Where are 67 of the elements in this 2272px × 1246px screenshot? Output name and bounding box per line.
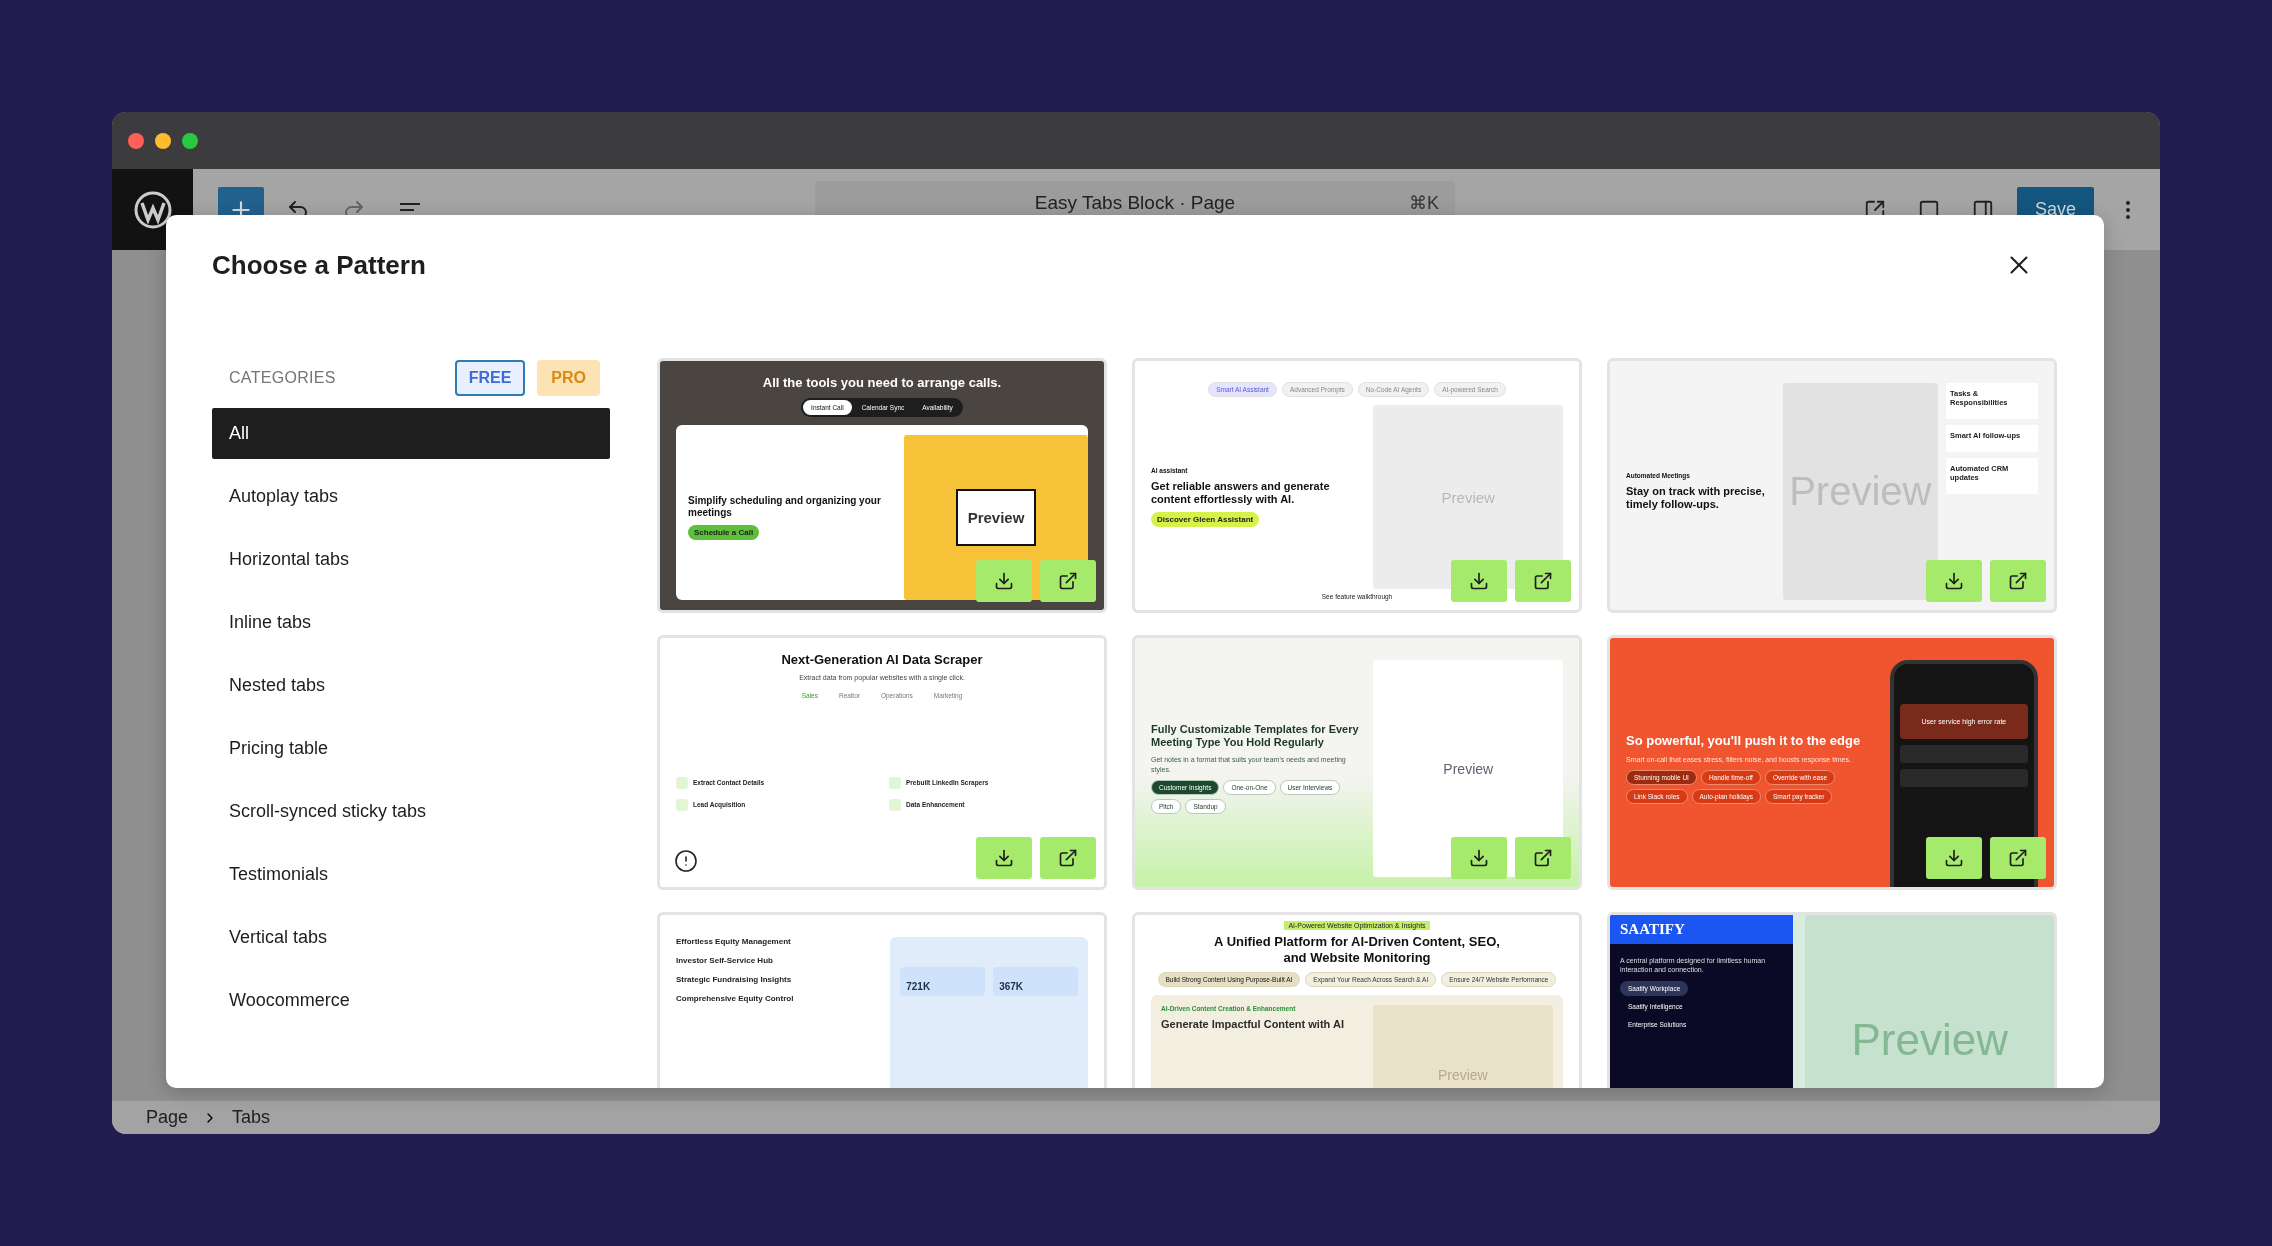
open-preview-button[interactable] bbox=[1515, 560, 1571, 602]
external-link-icon bbox=[1533, 848, 1553, 868]
filter-toggle[interactable]: FREE bbox=[454, 360, 526, 396]
category-item[interactable]: Inline tabs bbox=[212, 597, 610, 648]
preview-placeholder: Preview bbox=[1373, 660, 1563, 877]
category-item[interactable]: Testimonials bbox=[212, 849, 610, 900]
external-link-icon bbox=[2008, 571, 2028, 591]
category-item[interactable]: Scroll-synced sticky tabs bbox=[212, 786, 610, 837]
window-close-button[interactable] bbox=[128, 132, 144, 149]
thumbnail-heading: Stay on track with precise, timely follow-ups. bbox=[1626, 484, 1766, 512]
feature-item: Strategic Fundraising Insights bbox=[676, 975, 793, 984]
download-icon bbox=[994, 848, 1014, 868]
open-preview-button[interactable] bbox=[1040, 560, 1096, 602]
breadcrumb-item[interactable]: Page bbox=[146, 1107, 189, 1128]
download-icon bbox=[1944, 848, 1964, 868]
thumbnail-heading: Get reliable answers and generate content effortlessly with AI. bbox=[1151, 479, 1331, 507]
download-button[interactable] bbox=[976, 560, 1032, 602]
category-item[interactable]: Autoplay tabs bbox=[212, 471, 610, 522]
open-preview-button[interactable] bbox=[1040, 837, 1096, 879]
thumbnail-button: Discover Gleen Assistant bbox=[1151, 512, 1260, 528]
stat-value: 721K bbox=[900, 967, 986, 996]
external-link-icon bbox=[1058, 848, 1078, 868]
category-item[interactable]: Woocommerce bbox=[212, 975, 610, 1026]
window-minimize-button[interactable] bbox=[155, 132, 171, 149]
window-zoom-button[interactable] bbox=[182, 132, 198, 149]
info-icon[interactable] bbox=[674, 849, 698, 873]
download-button[interactable] bbox=[1451, 560, 1507, 602]
categories-label: CATEGORIES bbox=[229, 369, 336, 387]
pattern-card[interactable] bbox=[1607, 635, 2057, 890]
download-icon bbox=[1469, 848, 1489, 868]
thumbnail-heading: Generate Impactful Content with AI bbox=[1161, 1018, 1345, 1032]
download-button[interactable] bbox=[1926, 837, 1982, 879]
download-icon bbox=[1944, 571, 1964, 591]
feature-item: Investor Self-Service Hub bbox=[676, 956, 774, 965]
thumbnail-heading: Simplify scheduling and organizing your meetings bbox=[688, 494, 882, 519]
preview-placeholder: Preview bbox=[1805, 915, 2054, 1088]
download-button[interactable] bbox=[1926, 560, 1982, 602]
feature-item: Effortless Equity Management bbox=[676, 937, 792, 946]
category-item[interactable]: Horizontal tabs bbox=[212, 534, 610, 585]
thumbnail-heading: Next-Generation AI Data Scraper bbox=[781, 652, 983, 668]
open-preview-button[interactable] bbox=[1990, 837, 2046, 879]
download-button[interactable] bbox=[1451, 837, 1507, 879]
external-link-icon bbox=[2008, 848, 2028, 868]
preview-placeholder: Preview bbox=[1372, 1005, 1553, 1088]
breadcrumb-item[interactable]: Tabs bbox=[232, 1107, 271, 1128]
feature-item: Comprehensive Equity Control bbox=[676, 994, 795, 1003]
thumbnail-heading: A Unified Platform for AI-Driven Content, SEO, and Website Monitoring bbox=[1213, 934, 1501, 966]
category-item[interactable]: Vertical tabs bbox=[212, 912, 610, 963]
dialog-title: Choose a Pattern bbox=[212, 249, 426, 281]
open-preview-button[interactable] bbox=[1515, 837, 1571, 879]
pattern-card[interactable]: Effortless Equity Management Investor Self-Service Hub Strategic Fundraising Insights Comprehensive Equity Control 721K 367K bbox=[657, 912, 1107, 1088]
thumbnail-heading: All the tools you need to arrange calls. bbox=[762, 375, 1002, 391]
category-item[interactable]: Pricing table bbox=[212, 723, 610, 774]
thumbnail-heading: So powerful, you'll push it to the edge bbox=[1626, 733, 1862, 749]
download-icon bbox=[1469, 571, 1489, 591]
category-item[interactable]: Nested tabs bbox=[212, 660, 610, 711]
more-icon bbox=[2126, 200, 2130, 219]
thumbnail-button: Schedule a Call bbox=[688, 524, 760, 540]
download-icon bbox=[994, 571, 1014, 591]
open-preview-button[interactable] bbox=[1990, 560, 2046, 602]
brand-logo: SAATIFY bbox=[1610, 915, 1794, 944]
category-item[interactable]: All bbox=[212, 408, 610, 459]
download-button[interactable] bbox=[976, 837, 1032, 879]
thumbnail-heading: Fully Customizable Templates for Every Meeting Type You Hold Regularly bbox=[1151, 722, 1360, 750]
stat-value: 367K bbox=[993, 967, 1078, 996]
external-link-icon bbox=[1533, 571, 1553, 591]
external-link-icon bbox=[1058, 571, 1078, 591]
